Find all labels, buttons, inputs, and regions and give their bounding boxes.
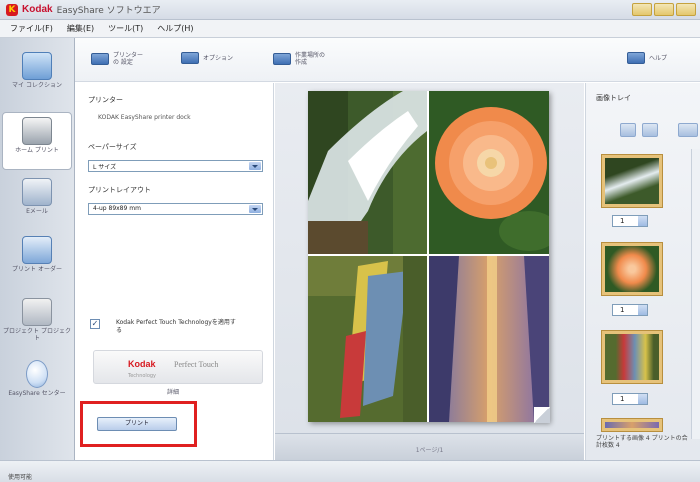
nav-my-collection[interactable]: マイ コレクション bbox=[2, 52, 72, 89]
kodak-perfect-touch-logo: Kodak Perfect Touch Technology bbox=[93, 350, 263, 384]
window-title: EasyShare ソフトウエア bbox=[56, 6, 161, 16]
nav-label: プリント オーダー bbox=[12, 266, 62, 273]
email-icon bbox=[22, 178, 52, 206]
thumb-dahlia[interactable] bbox=[601, 242, 663, 296]
layout-label: プリントレイアウト bbox=[88, 186, 151, 194]
project-toolbar-icon bbox=[273, 53, 291, 65]
maximize-button[interactable] bbox=[654, 3, 674, 16]
kpt-logo-brand: Kodak bbox=[128, 359, 156, 369]
stepper-arrows-icon[interactable] bbox=[638, 216, 647, 226]
tray-view-icon[interactable] bbox=[678, 123, 698, 137]
paper-size-select[interactable]: L サイズ bbox=[88, 160, 263, 172]
options-label: オプション bbox=[203, 54, 234, 62]
print-settings-panel: プリンター KODAK EasyShare printer dock ペーパーサ… bbox=[76, 83, 274, 460]
lightbulb-icon bbox=[26, 360, 48, 388]
project-icon bbox=[22, 298, 52, 326]
title-bar: K Kodak EasyShare ソフトウエア bbox=[0, 0, 700, 20]
thumb-count-value: 1 bbox=[620, 306, 625, 314]
photo-collection-icon bbox=[22, 52, 52, 80]
nav-home-print[interactable]: ホーム プリント bbox=[2, 112, 72, 170]
thumb-count-stepper[interactable]: 1 bbox=[612, 215, 648, 227]
printer-icon bbox=[22, 117, 52, 145]
thumb-sunset[interactable] bbox=[601, 418, 663, 432]
help-label: ヘルプ bbox=[649, 54, 668, 62]
photo-sunset bbox=[429, 256, 549, 422]
stepper-arrows-icon[interactable] bbox=[638, 305, 647, 315]
printer-settings-icon bbox=[91, 53, 109, 65]
printer-value: KODAK EasyShare printer dock bbox=[98, 114, 191, 121]
preview-page bbox=[308, 91, 550, 423]
tray-remove-icon[interactable] bbox=[620, 123, 636, 137]
window-controls bbox=[632, 3, 696, 16]
kodak-logo-icon: K bbox=[6, 3, 18, 16]
layout-value: 4-up 89x89 mm bbox=[93, 205, 141, 212]
printer-settings-button[interactable]: プリンターの 設定 bbox=[91, 52, 147, 66]
paper-size-label: ペーパーサイズ bbox=[88, 143, 137, 151]
status-bar: 使用可能 bbox=[0, 460, 700, 482]
page-indicator: 1ページ/1 bbox=[415, 447, 444, 454]
nav-label: EasyShare センター bbox=[8, 390, 66, 397]
preview-footer: 1ページ/1 bbox=[275, 433, 584, 460]
thumb-count-value: 1 bbox=[620, 217, 625, 225]
thumb-waterfall[interactable] bbox=[601, 154, 663, 208]
printer-label: プリンター bbox=[88, 96, 123, 104]
thumb-image bbox=[605, 334, 659, 380]
window-brand: Kodak bbox=[22, 4, 53, 15]
nav-strip: マイ コレクション ホーム プリント Eメール プリント オーダー プロジェクト… bbox=[0, 38, 75, 460]
paper-size-value: L サイズ bbox=[93, 164, 117, 171]
image-tray-panel: 画像トレイ 1 1 1 プリントする画像 4 プリントの合計枚数 4 bbox=[585, 83, 700, 460]
thumb-count-stepper[interactable]: 1 bbox=[612, 393, 648, 405]
print-button[interactable]: プリント bbox=[97, 417, 177, 431]
help-button[interactable]: ヘルプ bbox=[627, 52, 667, 64]
menu-bar: ファイル(F) 編集(E) ツール(T) ヘルプ(H) bbox=[0, 20, 700, 38]
nav-easyshare-center[interactable]: EasyShare センター bbox=[2, 360, 72, 397]
thumb-count-value: 1 bbox=[620, 395, 625, 403]
thumb-kayaks[interactable] bbox=[601, 330, 663, 384]
print-count-summary: プリントする画像 4 プリントの合計枚数 4 bbox=[596, 435, 688, 449]
nav-email[interactable]: Eメール bbox=[2, 178, 72, 215]
close-button[interactable] bbox=[676, 3, 696, 16]
create-project-button[interactable]: 作業場所の 作成 bbox=[273, 52, 331, 66]
kpt-logo-tag: Technology bbox=[128, 373, 157, 379]
thumb-count-stepper[interactable]: 1 bbox=[612, 304, 648, 316]
tray-scrollbar[interactable] bbox=[691, 149, 700, 439]
photo-dahlia bbox=[429, 91, 549, 254]
tray-add-icon[interactable] bbox=[642, 123, 658, 137]
stepper-arrows-icon[interactable] bbox=[638, 394, 647, 404]
nav-label: プロジェクト プロジェクト bbox=[3, 328, 71, 342]
toolbar: プリンターの 設定 オプション 作業場所の 作成 ヘルプ bbox=[75, 38, 700, 82]
nav-label: Eメール bbox=[26, 208, 48, 215]
create-project-label: 作業場所の 作成 bbox=[295, 52, 326, 66]
photo-waterfall bbox=[308, 91, 427, 254]
menu-tools[interactable]: ツール(T) bbox=[108, 23, 143, 34]
details-link[interactable]: 詳細 bbox=[167, 387, 179, 396]
layout-select[interactable]: 4-up 89x89 mm bbox=[88, 203, 263, 215]
nav-project[interactable]: プロジェクト プロジェクト bbox=[2, 298, 72, 342]
kpt-logo-text: Perfect Touch bbox=[174, 360, 219, 369]
minimize-button[interactable] bbox=[632, 3, 652, 16]
printer-settings-label: プリンターの 設定 bbox=[113, 52, 144, 66]
menu-file[interactable]: ファイル(F) bbox=[10, 23, 53, 34]
options-icon bbox=[181, 52, 199, 64]
print-order-icon bbox=[22, 236, 52, 264]
page-curl bbox=[534, 407, 550, 423]
nav-label: ホーム プリント bbox=[15, 147, 59, 154]
menu-edit[interactable]: 編集(E) bbox=[67, 23, 94, 34]
options-button[interactable]: オプション bbox=[181, 52, 233, 64]
nav-label: マイ コレクション bbox=[12, 82, 62, 89]
thumb-image bbox=[605, 422, 659, 428]
help-icon bbox=[627, 52, 645, 64]
menu-help[interactable]: ヘルプ(H) bbox=[157, 23, 193, 34]
photo-kayaks bbox=[308, 256, 427, 422]
thumb-image bbox=[605, 158, 659, 204]
image-tray-title: 画像トレイ bbox=[596, 94, 631, 102]
chevron-down-icon[interactable] bbox=[249, 162, 261, 170]
chevron-down-icon[interactable] bbox=[249, 205, 261, 213]
thumb-image bbox=[605, 246, 659, 292]
kpt-label: Kodak Perfect Touch Technologyを適用する bbox=[116, 319, 236, 334]
nav-print-order[interactable]: プリント オーダー bbox=[2, 236, 72, 273]
kpt-checkbox[interactable]: ✓ bbox=[90, 319, 100, 329]
status-text: 使用可能 bbox=[8, 474, 33, 481]
